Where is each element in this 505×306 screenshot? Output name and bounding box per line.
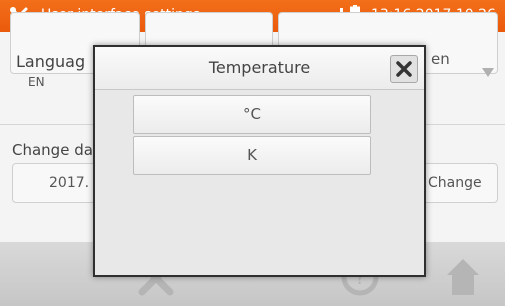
right-card-text: en (431, 50, 450, 68)
close-icon (396, 61, 412, 77)
dropdown-arrow-icon[interactable] (482, 68, 494, 77)
home-icon[interactable] (446, 257, 480, 297)
dialog-header: Temperature (95, 47, 424, 90)
change-date-label: Change da (12, 141, 93, 159)
language-label: Languag (16, 52, 86, 71)
option-celsius-button[interactable]: °C (133, 95, 371, 134)
change-button-label: Change (428, 175, 482, 191)
close-button[interactable] (390, 55, 418, 83)
temperature-dialog: Temperature °C K (93, 45, 426, 277)
option-kelvin-button[interactable]: K (133, 136, 371, 175)
language-value: EN (28, 75, 45, 89)
date-value: 2017. (49, 175, 90, 191)
dialog-title: Temperature (208, 58, 311, 77)
